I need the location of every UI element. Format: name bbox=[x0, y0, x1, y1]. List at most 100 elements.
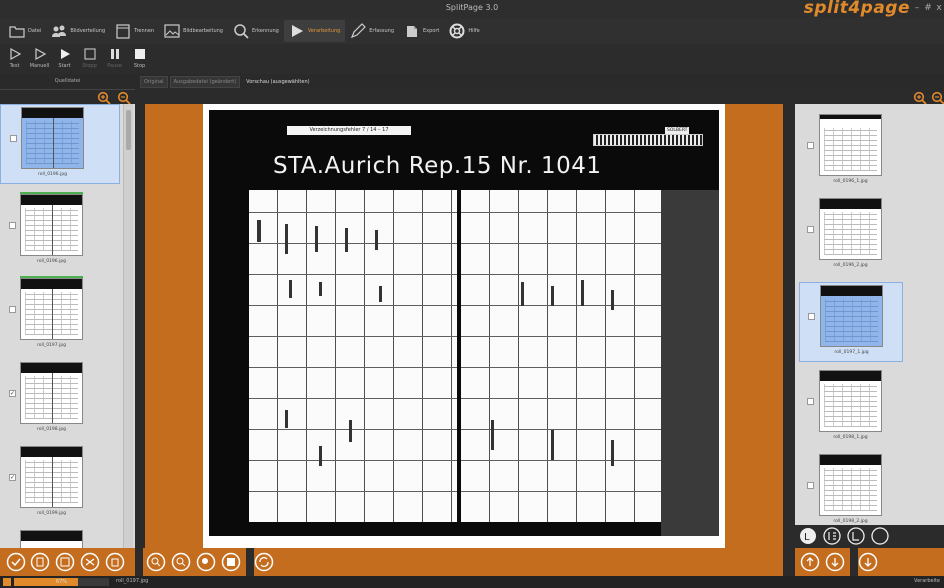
zoom-fit-icon[interactable] bbox=[196, 552, 216, 572]
page-icon[interactable] bbox=[55, 552, 75, 572]
minimize-button[interactable]: – bbox=[912, 3, 922, 13]
fullscreen-icon[interactable] bbox=[221, 552, 241, 572]
close-button[interactable]: x bbox=[934, 3, 944, 13]
status-bar: 67% roll_0197.jpg Verarbeite bbox=[0, 576, 944, 588]
list-item[interactable]: ✓ roll_0199.jpg bbox=[0, 444, 120, 524]
thumbnail-checkbox[interactable] bbox=[807, 482, 814, 489]
toolbar-erkennung[interactable]: Erkennung bbox=[228, 20, 284, 42]
export-icon bbox=[407, 26, 417, 37]
main-toolbar: Datei Bildverteilung Trennen Bildbearbei… bbox=[0, 18, 944, 44]
left-scrollbar[interactable] bbox=[123, 104, 133, 548]
page-split-icon[interactable] bbox=[823, 527, 841, 545]
thumbnail-checkbox[interactable] bbox=[807, 226, 814, 233]
toolbar-label: Datei bbox=[28, 28, 42, 34]
list-item[interactable]: roll_0198_2.jpg bbox=[799, 452, 919, 525]
thumbnail-checkbox[interactable]: ✓ bbox=[9, 390, 16, 397]
ledger-left-page bbox=[249, 190, 457, 522]
rotate-icon[interactable] bbox=[80, 552, 100, 572]
processed-indicator bbox=[20, 276, 83, 278]
thumbnail-checkbox[interactable] bbox=[9, 306, 16, 313]
delete-icon[interactable] bbox=[105, 552, 125, 572]
zoom-out-icon[interactable] bbox=[931, 91, 944, 105]
document-icon bbox=[116, 24, 130, 39]
thumbnail-filename: roll_0197_1.jpg bbox=[834, 350, 869, 355]
pause-icon bbox=[110, 49, 119, 59]
pause-button[interactable]: Pause bbox=[102, 44, 127, 74]
status-filename: roll_0197.jpg bbox=[116, 578, 149, 584]
output-thumbnail-list: roll_0196_1.jpg roll_0196_2.jpg roll_019… bbox=[795, 104, 944, 525]
tab-preview[interactable]: Vorschau (ausgewählten) bbox=[242, 76, 314, 88]
test-button[interactable]: Test bbox=[2, 44, 27, 74]
start-button[interactable]: Start bbox=[52, 44, 77, 74]
thumbnail-image bbox=[20, 446, 83, 508]
tab-output[interactable]: Ausgabedatei (geändert) bbox=[169, 76, 241, 88]
zoom-out-icon[interactable] bbox=[171, 552, 191, 572]
list-item[interactable]: roll_0196_2.jpg bbox=[799, 196, 919, 276]
stop-icon bbox=[134, 49, 145, 59]
thumbnail-filename: roll_0196_1.jpg bbox=[833, 179, 868, 184]
toolbar-datei[interactable]: Datei bbox=[4, 20, 46, 42]
toolbar-label: Export bbox=[423, 28, 440, 34]
arrow-down-icon[interactable] bbox=[825, 552, 845, 572]
list-item[interactable]: roll_0198_1.jpg bbox=[799, 368, 919, 448]
arrow-down-icon[interactable] bbox=[858, 552, 878, 572]
pages-icon[interactable] bbox=[30, 552, 50, 572]
toolbar-bildverteilung[interactable]: Bildverteilung bbox=[46, 20, 110, 42]
check-icon[interactable] bbox=[6, 552, 26, 572]
toolbar-hilfe[interactable]: Hilfe bbox=[444, 20, 484, 42]
list-item[interactable]: roll_0196.jpg bbox=[0, 104, 120, 184]
left-panel-title: Quelldatei bbox=[54, 78, 81, 84]
stop-label: Stop bbox=[133, 63, 146, 69]
scan-edge bbox=[661, 190, 719, 536]
thumbnail-filename: roll_0196.jpg bbox=[36, 259, 67, 264]
stopp-button[interactable]: Stopp bbox=[77, 44, 102, 74]
thumbnail-checkbox[interactable] bbox=[10, 135, 17, 142]
thumbnail-image bbox=[21, 107, 84, 169]
scrollbar-thumb[interactable] bbox=[126, 110, 131, 150]
side-label: SOLBERT bbox=[665, 127, 690, 134]
thumbnail-image bbox=[819, 114, 882, 176]
maximize-button[interactable]: # bbox=[923, 3, 933, 13]
thumbnail-image bbox=[819, 198, 882, 260]
pause-label: Pause bbox=[107, 63, 122, 69]
zoom-out-icon[interactable] bbox=[117, 91, 131, 105]
page-blank-icon[interactable] bbox=[871, 527, 889, 545]
list-item[interactable]: ✓ roll_0198.jpg bbox=[0, 360, 120, 440]
lifebuoy-icon bbox=[449, 23, 465, 39]
people-icon bbox=[52, 25, 67, 37]
thumbnail-filename: roll_0198_2.jpg bbox=[833, 519, 868, 524]
list-item[interactable]: roll_0196.jpg bbox=[0, 192, 120, 272]
zoom-in-icon[interactable] bbox=[146, 552, 166, 572]
toolbar-export[interactable]: Export bbox=[399, 20, 444, 42]
page-right-icon[interactable] bbox=[847, 527, 865, 545]
page-tools: L bbox=[795, 525, 944, 547]
toolbar-label: Bildbearbeitung bbox=[183, 28, 223, 34]
thumbnail-checkbox[interactable] bbox=[808, 313, 815, 320]
page-left-icon[interactable]: L bbox=[799, 527, 817, 545]
thumbnail-checkbox[interactable]: ✓ bbox=[9, 474, 16, 481]
arrow-up-icon[interactable] bbox=[800, 552, 820, 572]
thumbnail-filename: roll_0196_2.jpg bbox=[833, 263, 868, 268]
zoom-in-icon[interactable] bbox=[913, 91, 927, 105]
list-item[interactable]: roll_0197_1.jpg bbox=[799, 282, 903, 362]
list-item[interactable]: roll_0197.jpg bbox=[0, 276, 120, 356]
toolbar-erfassung[interactable]: Erfassung bbox=[345, 20, 399, 42]
thumbnail-checkbox[interactable] bbox=[807, 142, 814, 149]
image-icon bbox=[164, 24, 180, 38]
toolbar-verarbeitung[interactable]: Verarbeitung bbox=[283, 20, 346, 42]
toolbar-trennen[interactable]: Trennen bbox=[110, 20, 159, 42]
title-bar: SplitPage 3.0 split4page – # x bbox=[0, 0, 944, 18]
test-label: Test bbox=[9, 63, 20, 69]
thumbnail-image bbox=[20, 194, 83, 256]
thumbnail-checkbox[interactable] bbox=[9, 222, 16, 229]
manual-button[interactable]: Manuell bbox=[27, 44, 52, 74]
refresh-icon[interactable] bbox=[254, 552, 274, 572]
list-item[interactable]: roll_0196_1.jpg bbox=[799, 112, 919, 192]
tab-original[interactable]: Original bbox=[140, 76, 168, 88]
app-window: SplitPage 3.0 split4page – # x Datei Bil… bbox=[0, 0, 944, 588]
zoom-in-icon[interactable] bbox=[97, 91, 111, 105]
toolbar-bildbearbeitung[interactable]: Bildbearbeitung bbox=[159, 20, 228, 42]
thumbnail-checkbox[interactable] bbox=[807, 398, 814, 405]
stop-button[interactable]: Stop bbox=[127, 44, 152, 74]
list-item[interactable] bbox=[0, 528, 120, 548]
